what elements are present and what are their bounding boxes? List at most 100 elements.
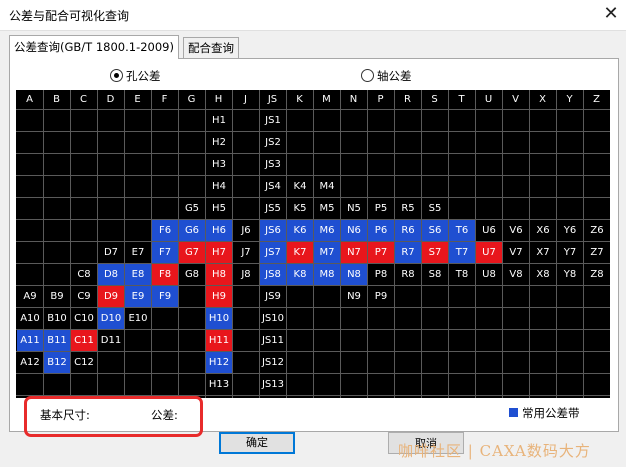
tolerance-cell-k5[interactable]: K5: [287, 198, 313, 219]
tolerance-cell-y6[interactable]: Y6: [557, 220, 583, 241]
tolerance-cell-s6[interactable]: S6: [422, 220, 448, 241]
tolerance-cell-js1[interactable]: JS1: [260, 110, 286, 131]
tolerance-cell-b10[interactable]: B10: [44, 308, 70, 329]
tolerance-cell-u8[interactable]: U8: [476, 264, 502, 285]
tolerance-cell-y7[interactable]: Y7: [557, 242, 583, 263]
tolerance-cell-g5[interactable]: G5: [179, 198, 205, 219]
tolerance-cell-h5[interactable]: H5: [206, 198, 232, 219]
tolerance-cell-u6[interactable]: U6: [476, 220, 502, 241]
tolerance-cell-n7[interactable]: N7: [341, 242, 367, 263]
tolerance-cell-h4[interactable]: H4: [206, 176, 232, 197]
tolerance-cell-a9[interactable]: A9: [17, 286, 43, 307]
tolerance-cell-h13[interactable]: H13: [206, 374, 232, 395]
tolerance-cell-m5[interactable]: M5: [314, 198, 340, 219]
tolerance-cell-c9[interactable]: C9: [71, 286, 97, 307]
tolerance-cell-g8[interactable]: G8: [179, 264, 205, 285]
tolerance-cell-n9[interactable]: N9: [341, 286, 367, 307]
tolerance-cell-p6[interactable]: P6: [368, 220, 394, 241]
tolerance-cell-m4[interactable]: M4: [314, 176, 340, 197]
tolerance-cell-p8[interactable]: P8: [368, 264, 394, 285]
tolerance-cell-z7[interactable]: Z7: [584, 242, 610, 263]
tolerance-cell-h7[interactable]: H7: [206, 242, 232, 263]
tolerance-cell-s7[interactable]: S7: [422, 242, 448, 263]
tolerance-cell-js6[interactable]: JS6: [260, 220, 286, 241]
tolerance-cell-g6[interactable]: G6: [179, 220, 205, 241]
tolerance-cell-f8[interactable]: F8: [152, 264, 178, 285]
tolerance-cell-d7[interactable]: D7: [98, 242, 124, 263]
tolerance-cell-js12[interactable]: JS12: [260, 352, 286, 373]
tab-fit-query[interactable]: 配合查询: [183, 37, 239, 58]
tolerance-cell-h1[interactable]: H1: [206, 110, 232, 131]
tolerance-cell-c11[interactable]: C11: [71, 330, 97, 351]
tolerance-cell-z8[interactable]: Z8: [584, 264, 610, 285]
tolerance-cell-k7[interactable]: K7: [287, 242, 313, 263]
tolerance-cell-b9[interactable]: B9: [44, 286, 70, 307]
tolerance-cell-h6[interactable]: H6: [206, 220, 232, 241]
tolerance-cell-f7[interactable]: F7: [152, 242, 178, 263]
tolerance-cell-x6[interactable]: X6: [530, 220, 556, 241]
tolerance-cell-j6[interactable]: J6: [233, 220, 259, 241]
tolerance-cell-js8[interactable]: JS8: [260, 264, 286, 285]
tab-tolerance-query[interactable]: 公差查询(GB/T 1800.1-2009): [9, 35, 179, 59]
tolerance-cell-p5[interactable]: P5: [368, 198, 394, 219]
tolerance-cell-d11[interactable]: D11: [98, 330, 124, 351]
tolerance-cell-r6[interactable]: R6: [395, 220, 421, 241]
tolerance-cell-u7[interactable]: U7: [476, 242, 502, 263]
tolerance-cell-e7[interactable]: E7: [125, 242, 151, 263]
tolerance-cell-s5[interactable]: S5: [422, 198, 448, 219]
tolerance-cell-v6[interactable]: V6: [503, 220, 529, 241]
tolerance-cell-p9[interactable]: P9: [368, 286, 394, 307]
tolerance-cell-n8[interactable]: N8: [341, 264, 367, 285]
tolerance-cell-c12[interactable]: C12: [71, 352, 97, 373]
radio-hole-tolerance[interactable]: 孔公差: [110, 68, 161, 84]
tolerance-cell-d8[interactable]: D8: [98, 264, 124, 285]
tolerance-cell-m6[interactable]: M6: [314, 220, 340, 241]
tolerance-cell-h2[interactable]: H2: [206, 132, 232, 153]
tolerance-cell-z6[interactable]: Z6: [584, 220, 610, 241]
tolerance-cell-k8[interactable]: K8: [287, 264, 313, 285]
tolerance-cell-js3[interactable]: JS3: [260, 154, 286, 175]
tolerance-cell-d10[interactable]: D10: [98, 308, 124, 329]
radio-unchecked-icon[interactable]: [361, 69, 374, 82]
tolerance-cell-k6[interactable]: K6: [287, 220, 313, 241]
tolerance-cell-t6[interactable]: T6: [449, 220, 475, 241]
tolerance-cell-m8[interactable]: M8: [314, 264, 340, 285]
tolerance-cell-js7[interactable]: JS7: [260, 242, 286, 263]
tolerance-cell-y8[interactable]: Y8: [557, 264, 583, 285]
tolerance-cell-h9[interactable]: H9: [206, 286, 232, 307]
tolerance-cell-b11[interactable]: B11: [44, 330, 70, 351]
tolerance-cell-x7[interactable]: X7: [530, 242, 556, 263]
tolerance-cell-v7[interactable]: V7: [503, 242, 529, 263]
tolerance-cell-f6[interactable]: F6: [152, 220, 178, 241]
tolerance-cell-m7[interactable]: M7: [314, 242, 340, 263]
tolerance-cell-r7[interactable]: R7: [395, 242, 421, 263]
tolerance-cell-c10[interactable]: C10: [71, 308, 97, 329]
tolerance-cell-e8[interactable]: E8: [125, 264, 151, 285]
tolerance-cell-e9[interactable]: E9: [125, 286, 151, 307]
radio-checked-icon[interactable]: [110, 69, 123, 82]
tolerance-cell-js9[interactable]: JS9: [260, 286, 286, 307]
tolerance-cell-js4[interactable]: JS4: [260, 176, 286, 197]
tolerance-cell-h12[interactable]: H12: [206, 352, 232, 373]
tolerance-cell-h11[interactable]: H11: [206, 330, 232, 351]
tolerance-cell-a11[interactable]: A11: [17, 330, 43, 351]
ok-button[interactable]: 确定: [219, 432, 295, 454]
tolerance-cell-g7[interactable]: G7: [179, 242, 205, 263]
tolerance-cell-a12[interactable]: A12: [17, 352, 43, 373]
tolerance-cell-a10[interactable]: A10: [17, 308, 43, 329]
tolerance-cell-v8[interactable]: V8: [503, 264, 529, 285]
tolerance-cell-js5[interactable]: JS5: [260, 198, 286, 219]
tolerance-cell-h10[interactable]: H10: [206, 308, 232, 329]
tolerance-cell-x8[interactable]: X8: [530, 264, 556, 285]
tolerance-cell-p7[interactable]: P7: [368, 242, 394, 263]
tolerance-cell-d9[interactable]: D9: [98, 286, 124, 307]
tolerance-cell-f9[interactable]: F9: [152, 286, 178, 307]
tolerance-cell-j7[interactable]: J7: [233, 242, 259, 263]
tolerance-cell-js13[interactable]: JS13: [260, 374, 286, 395]
tolerance-cell-n6[interactable]: N6: [341, 220, 367, 241]
tolerance-cell-s8[interactable]: S8: [422, 264, 448, 285]
tolerance-cell-h3[interactable]: H3: [206, 154, 232, 175]
tolerance-cell-t7[interactable]: T7: [449, 242, 475, 263]
tolerance-cell-r5[interactable]: R5: [395, 198, 421, 219]
tolerance-cell-js11[interactable]: JS11: [260, 330, 286, 351]
